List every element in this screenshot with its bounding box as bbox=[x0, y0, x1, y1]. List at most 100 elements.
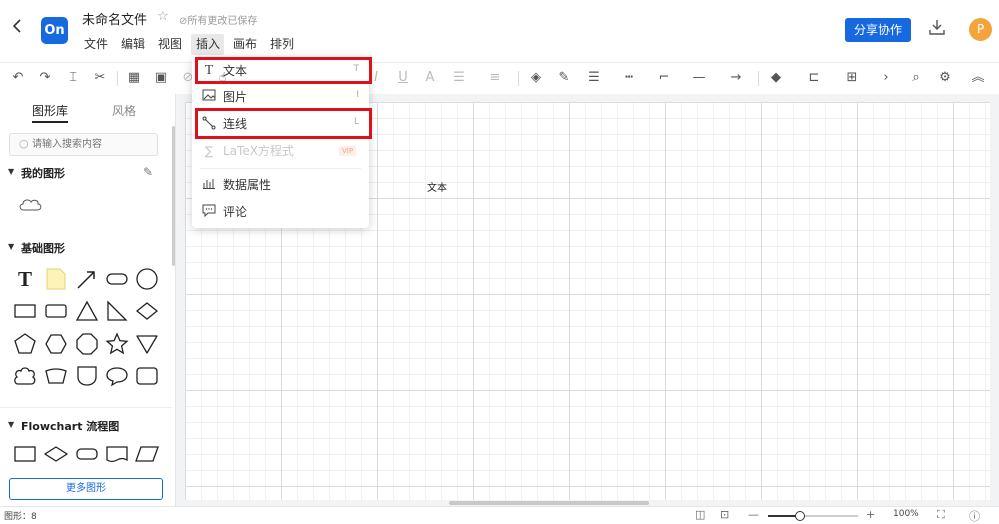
align-shapes-icon[interactable]: ⊏ bbox=[805, 69, 823, 87]
settings-sliders-icon[interactable]: ⚙ bbox=[936, 69, 954, 87]
fullscreen-icon[interactable]: ⛶ bbox=[937, 508, 945, 522]
caret-down-icon[interactable]: ▼ bbox=[8, 167, 14, 176]
cloud-shape[interactable] bbox=[18, 196, 42, 212]
search-box[interactable]: ○ bbox=[9, 133, 158, 156]
menu-edit[interactable]: 编辑 bbox=[121, 36, 145, 53]
menu-file[interactable]: 文件 bbox=[84, 36, 108, 53]
rect-rounded-shape[interactable] bbox=[44, 299, 68, 323]
menu-arrange[interactable]: 排列 bbox=[270, 36, 294, 53]
chevron-left-icon[interactable] bbox=[12, 18, 28, 38]
tab-shape-library[interactable]: 图形库 bbox=[32, 102, 68, 119]
trapezoid-shape[interactable] bbox=[44, 364, 68, 388]
avatar[interactable]: P bbox=[969, 18, 992, 41]
insert-latex-item: ∑ LaTeX方程式 VIP bbox=[192, 138, 369, 164]
zoom-out-icon[interactable]: — bbox=[748, 508, 759, 521]
help-icon[interactable]: ⓘ bbox=[969, 508, 980, 524]
page-layout-icon[interactable]: ◫ bbox=[695, 508, 705, 521]
image-icon[interactable]: ▣ bbox=[152, 69, 170, 87]
tab-style[interactable]: 风格 bbox=[112, 102, 136, 119]
toolbar: ↶ ↷ ⌶ ✂ ▦ ▣ ⊘ I U A ☰ ≡ ◈ ✎ ☰ ┅ ⌐ — → ◆ … bbox=[0, 62, 999, 95]
line-width-icon[interactable]: ☰ bbox=[585, 69, 603, 87]
redo-icon[interactable]: ↷ bbox=[36, 69, 54, 87]
note-shape[interactable] bbox=[44, 267, 68, 291]
flow-terminator-shape[interactable] bbox=[75, 442, 99, 466]
format-painter-icon[interactable]: ⌶ bbox=[64, 69, 82, 87]
collapse-icon[interactable]: ︽ bbox=[969, 69, 987, 87]
line-spacing-icon[interactable]: ☰ bbox=[450, 69, 468, 87]
fill-color-icon[interactable]: ◈ bbox=[527, 69, 545, 87]
menu-divider bbox=[200, 168, 361, 169]
search-icon: ○ bbox=[19, 137, 29, 150]
line-end-icon[interactable]: → bbox=[727, 69, 745, 87]
comment-icon bbox=[201, 204, 217, 220]
search-replace-icon[interactable]: ⌕ bbox=[907, 69, 925, 87]
toolbar-divider bbox=[518, 71, 519, 86]
canvas-horizontal-scrollbar[interactable] bbox=[449, 501, 649, 505]
connector-type-icon[interactable]: ⌐ bbox=[655, 69, 673, 87]
grid-icon[interactable]: ▦ bbox=[125, 69, 143, 87]
shape-count: 图形：8 bbox=[4, 512, 37, 522]
insert-comment-item[interactable]: 评论 bbox=[192, 199, 369, 225]
diamond-shape[interactable] bbox=[135, 299, 159, 323]
distribute-icon[interactable]: ⊞ bbox=[843, 69, 861, 87]
image-icon bbox=[201, 89, 217, 105]
map-icon[interactable]: ⊡ bbox=[720, 508, 729, 521]
share-button[interactable]: 分享协作 bbox=[845, 18, 911, 42]
menu-view[interactable]: 视图 bbox=[158, 36, 182, 53]
star-shape[interactable] bbox=[105, 332, 129, 356]
rectangle-shape[interactable] bbox=[13, 299, 37, 323]
download-icon[interactable] bbox=[928, 18, 948, 38]
pentagon-shape[interactable] bbox=[13, 332, 37, 356]
insert-image-item[interactable]: 图片 I bbox=[192, 84, 369, 110]
left-panel: 图形库 风格 ○ ▼ 我的图形 ✎ ▼ 基础图形 T ▼ Flowchart 流… bbox=[0, 94, 176, 506]
layers-icon[interactable]: ◆ bbox=[767, 69, 785, 87]
insert-data-attr-item[interactable]: 数据属性 bbox=[192, 172, 369, 198]
rounded-rect-shape[interactable] bbox=[105, 267, 129, 291]
search-input[interactable] bbox=[32, 136, 152, 152]
line-style-icon[interactable]: ┅ bbox=[620, 69, 638, 87]
zoom-level[interactable]: 100% bbox=[893, 509, 919, 519]
right-triangle-shape[interactable] bbox=[105, 299, 129, 323]
star-icon[interactable]: ☆ bbox=[157, 9, 169, 24]
undo-icon[interactable]: ↶ bbox=[9, 69, 27, 87]
caret-down-icon[interactable]: ▼ bbox=[8, 242, 14, 251]
zoom-slider-handle[interactable] bbox=[794, 511, 805, 521]
arrow-shape[interactable] bbox=[75, 267, 99, 291]
save-status-text: 所有更改已保存 bbox=[187, 16, 258, 27]
canvas-text-element[interactable]: 文本 bbox=[427, 179, 447, 194]
section-my-shapes[interactable]: 我的图形 bbox=[21, 165, 65, 181]
menu-insert[interactable]: 插入 bbox=[196, 36, 220, 53]
font-color-icon[interactable]: A bbox=[421, 69, 439, 87]
flow-process-shape[interactable] bbox=[13, 442, 37, 466]
more-shapes-button[interactable]: 更多图形 bbox=[9, 478, 163, 500]
chevron-right-icon[interactable]: › bbox=[877, 69, 895, 87]
caret-down-icon[interactable]: ▼ bbox=[8, 420, 14, 429]
line-color-icon[interactable]: ✎ bbox=[555, 69, 573, 87]
line-start-icon[interactable]: — bbox=[690, 69, 708, 87]
align-icon[interactable]: ≡ bbox=[486, 69, 504, 87]
flow-document-shape[interactable] bbox=[105, 442, 129, 466]
text-shape[interactable]: T bbox=[13, 267, 37, 291]
underline-icon[interactable]: U bbox=[394, 69, 412, 87]
edit-icon[interactable]: ✎ bbox=[143, 165, 153, 179]
app-header: On 未命名文件 ☆ ⊘所有更改已保存 文件 编辑 视图 插入 画布 排列 分享… bbox=[0, 0, 999, 60]
triangle-shape[interactable] bbox=[75, 299, 99, 323]
flow-decision-shape[interactable] bbox=[44, 442, 68, 466]
section-flowchart[interactable]: Flowchart 流程图 bbox=[21, 418, 119, 434]
left-panel-scrollbar[interactable] bbox=[172, 126, 175, 266]
flow-data-shape[interactable] bbox=[135, 442, 159, 466]
menu-canvas[interactable]: 画布 bbox=[233, 36, 257, 53]
octagon-shape[interactable] bbox=[75, 332, 99, 356]
rounded-square-shape[interactable] bbox=[135, 364, 159, 388]
status-bar: 图形：8 ◫ ⊡ — + 100% ⛶ ⓘ bbox=[0, 506, 999, 524]
section-basic-shapes[interactable]: 基础图形 bbox=[21, 240, 65, 256]
cloud-shape[interactable] bbox=[13, 364, 37, 388]
file-name[interactable]: 未命名文件 bbox=[82, 9, 147, 28]
callout-shape[interactable] bbox=[105, 364, 129, 388]
zoom-in-icon[interactable]: + bbox=[866, 508, 875, 521]
leaf-shape[interactable] bbox=[75, 364, 99, 388]
hexagon-shape[interactable] bbox=[44, 332, 68, 356]
clear-format-icon[interactable]: ✂ bbox=[91, 69, 109, 87]
inverted-triangle-shape[interactable] bbox=[135, 332, 159, 356]
circle-shape[interactable] bbox=[135, 267, 159, 291]
